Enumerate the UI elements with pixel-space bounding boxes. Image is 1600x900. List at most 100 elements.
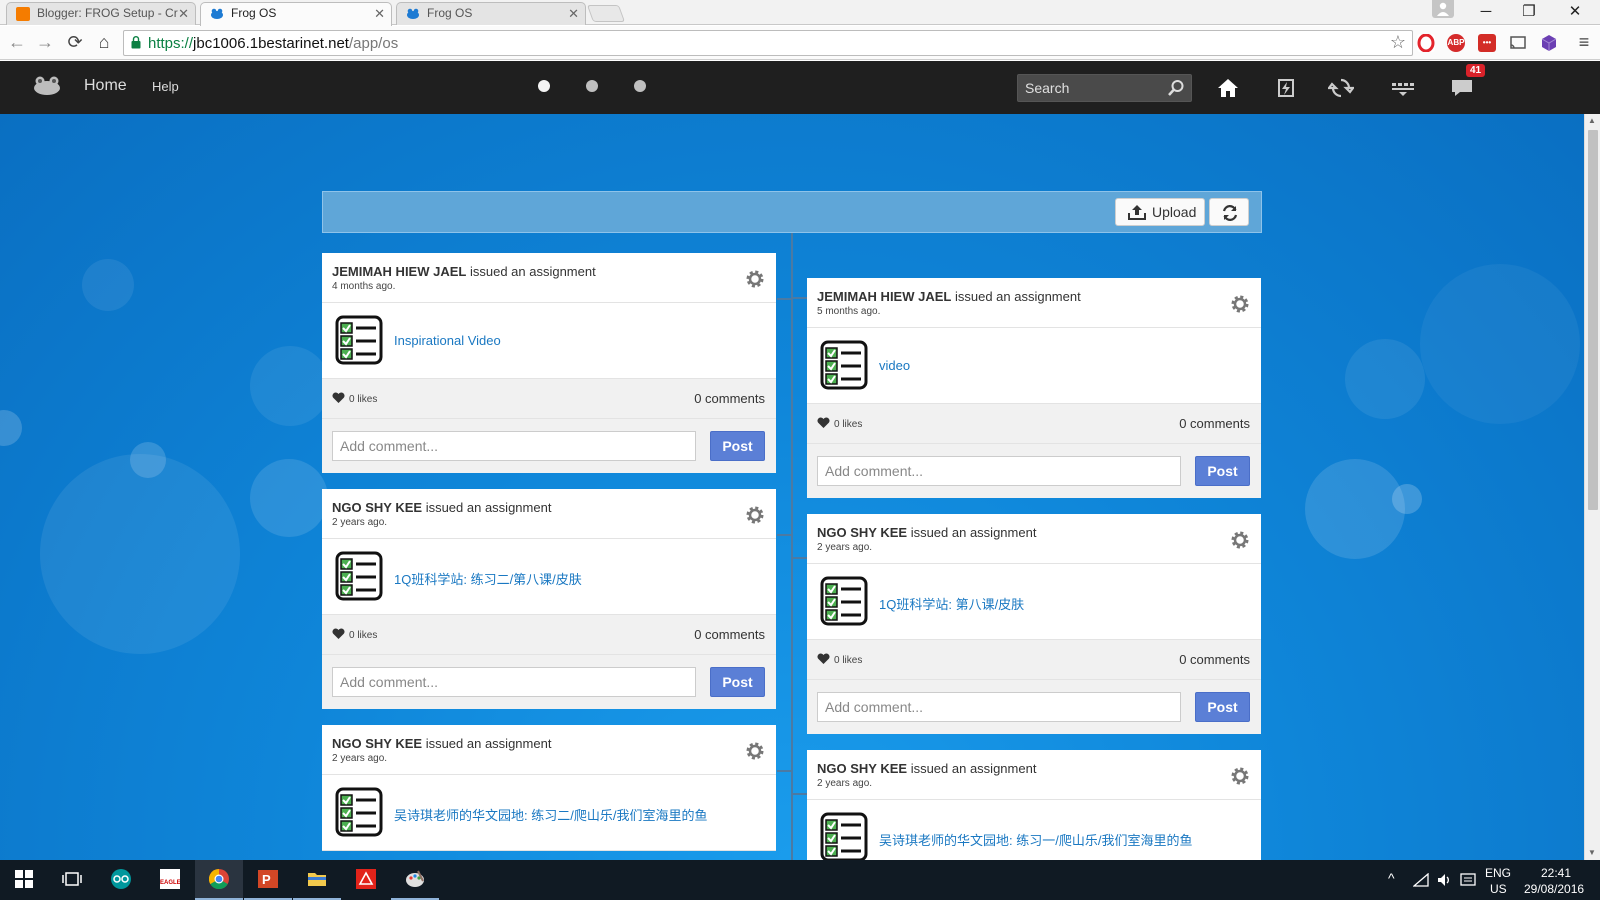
refresh-button[interactable] xyxy=(1209,198,1249,226)
card-author[interactable]: JEMIMAH HIEW JAEL xyxy=(332,264,466,279)
comments-count[interactable]: 0 comments xyxy=(1179,416,1250,431)
address-bar[interactable]: https://jbc1006.1bestarinet.net/app/os ☆ xyxy=(123,30,1413,56)
gear-icon[interactable] xyxy=(1229,529,1251,551)
card-author[interactable]: NGO SHY KEE xyxy=(332,500,422,515)
assignment-link[interactable]: video xyxy=(879,358,910,373)
page-scrollbar[interactable]: ▲ ▼ xyxy=(1584,114,1600,860)
taskbar-arduino[interactable] xyxy=(97,860,145,900)
sites-icon[interactable] xyxy=(1273,75,1299,101)
scrollbar-thumb[interactable] xyxy=(1588,130,1598,510)
heart-icon[interactable] xyxy=(332,392,345,404)
page-dot-2[interactable] xyxy=(586,80,598,92)
minimize-window-icon[interactable]: ─ xyxy=(1466,1,1506,23)
bookmark-star-icon[interactable]: ☆ xyxy=(1390,32,1406,53)
heart-icon[interactable] xyxy=(817,653,830,665)
card-author[interactable]: JEMIMAH HIEW JAEL xyxy=(817,289,951,304)
taskbar-file-explorer[interactable] xyxy=(293,860,341,900)
browser-tab-frog-os[interactable]: Frog OS ✕ xyxy=(396,2,586,25)
heart-icon[interactable] xyxy=(817,417,830,429)
card-author[interactable]: NGO SHY KEE xyxy=(817,761,907,776)
sync-icon[interactable] xyxy=(1328,75,1354,101)
close-tab-icon[interactable]: ✕ xyxy=(568,6,579,22)
frog-desktop-area: Upload JEMIMAH HIEW JAEL issued an assig… xyxy=(0,114,1584,860)
frog-logo-icon[interactable] xyxy=(33,76,61,96)
close-window-icon[interactable]: ✕ xyxy=(1555,1,1595,23)
post-button[interactable]: Post xyxy=(710,667,765,697)
tray-overflow-chevron-icon[interactable]: ^ xyxy=(1388,870,1395,886)
browser-tab-blogger[interactable]: Blogger: FROG Setup - Cr ✕ xyxy=(6,2,196,25)
assignment-link[interactable]: 吴诗琪老师的华文园地: 练习一/爬山乐/我们室海里的鱼 xyxy=(879,830,1192,849)
taskbar-eagle[interactable]: EAGLE xyxy=(146,860,194,900)
taskbar-chrome[interactable] xyxy=(195,860,243,900)
card-author[interactable]: NGO SHY KEE xyxy=(817,525,907,540)
taskbar-powerpoint[interactable]: P xyxy=(244,860,292,900)
adblock-plus-icon[interactable]: ABP xyxy=(1447,34,1465,52)
input-language-line1[interactable]: ENG xyxy=(1485,866,1511,880)
post-button[interactable]: Post xyxy=(1195,456,1250,486)
scroll-down-arrow-icon[interactable]: ▼ xyxy=(1588,848,1596,857)
close-tab-icon[interactable]: ✕ xyxy=(178,6,189,22)
post-button[interactable]: Post xyxy=(1195,692,1250,722)
gear-icon[interactable] xyxy=(744,740,766,762)
restore-window-icon[interactable]: ❐ xyxy=(1509,1,1549,23)
wifi-icon[interactable] xyxy=(1413,873,1429,887)
profile-avatar-icon[interactable] xyxy=(1432,0,1454,18)
new-tab-button[interactable] xyxy=(586,5,626,22)
card-author[interactable]: NGO SHY KEE xyxy=(332,736,422,751)
lastpass-icon[interactable]: ••• xyxy=(1478,34,1496,52)
post-button[interactable]: Post xyxy=(710,431,765,461)
feed-card: NGO SHY KEE issued an assignment 2 years… xyxy=(807,750,1261,860)
svg-text:P: P xyxy=(262,872,271,887)
assignment-link[interactable]: 1Q班科学站: 第八课/皮肤 xyxy=(879,594,1024,613)
comments-count[interactable]: 0 comments xyxy=(694,391,765,406)
cube-extension-icon[interactable] xyxy=(1540,34,1558,52)
file-explorer-icon xyxy=(308,873,326,886)
nav-home-link[interactable]: Home xyxy=(84,77,127,95)
action-center-icon[interactable] xyxy=(1460,872,1476,888)
messages-chat-icon[interactable] xyxy=(1449,75,1475,101)
opera-icon[interactable] xyxy=(1417,33,1435,53)
clock-time[interactable]: 22:41 xyxy=(1541,866,1571,880)
assignment-link[interactable]: Inspirational Video xyxy=(394,333,501,348)
search-input[interactable] xyxy=(1018,75,1168,101)
nav-help-link[interactable]: Help xyxy=(152,79,179,94)
chrome-menu-icon[interactable]: ≡ xyxy=(1572,31,1596,53)
heart-icon[interactable] xyxy=(332,628,345,640)
gear-icon[interactable] xyxy=(744,504,766,526)
input-language-line2[interactable]: US xyxy=(1490,882,1507,896)
assignment-link[interactable]: 吴诗琪老师的华文园地: 练习二/爬山乐/我们室海里的鱼 xyxy=(394,805,707,824)
comment-input[interactable] xyxy=(817,692,1181,722)
home-icon[interactable]: ⌂ xyxy=(92,31,116,53)
comments-count[interactable]: 0 comments xyxy=(1179,652,1250,667)
gear-icon[interactable] xyxy=(1229,293,1251,315)
bokeh-decoration xyxy=(250,346,330,426)
bokeh-decoration xyxy=(1420,264,1580,424)
reload-icon[interactable]: ⟳ xyxy=(63,31,87,53)
home-dashboard-icon[interactable] xyxy=(1215,75,1241,101)
task-view-button[interactable] xyxy=(48,860,96,900)
gear-icon[interactable] xyxy=(744,268,766,290)
clock-date[interactable]: 29/08/2016 xyxy=(1524,882,1584,896)
comment-input[interactable] xyxy=(817,456,1181,486)
volume-icon[interactable] xyxy=(1436,872,1452,888)
gear-icon[interactable] xyxy=(1229,765,1251,787)
apps-grid-icon[interactable] xyxy=(1390,75,1416,101)
browser-tab-frog-os-active[interactable]: Frog OS ✕ xyxy=(200,2,392,26)
start-button[interactable] xyxy=(0,860,48,900)
taskbar-paint[interactable] xyxy=(391,860,439,900)
scroll-up-arrow-icon[interactable]: ▲ xyxy=(1588,116,1596,125)
forward-arrow-icon[interactable]: → xyxy=(33,31,57,53)
search-icon[interactable] xyxy=(1167,79,1185,97)
cast-icon[interactable] xyxy=(1509,34,1527,52)
page-dot-3[interactable] xyxy=(634,80,646,92)
card-stats: 0 likes 0 comments xyxy=(322,615,776,655)
comments-count[interactable]: 0 comments xyxy=(694,627,765,642)
page-dot-1[interactable] xyxy=(538,80,550,92)
close-tab-icon[interactable]: ✕ xyxy=(374,6,385,22)
comment-input[interactable] xyxy=(332,431,696,461)
taskbar-acrobat[interactable] xyxy=(342,860,390,900)
comment-input[interactable] xyxy=(332,667,696,697)
upload-button[interactable]: Upload xyxy=(1115,198,1205,226)
back-arrow-icon[interactable]: ← xyxy=(5,31,29,53)
assignment-link[interactable]: 1Q班科学站: 练习二/第八课/皮肤 xyxy=(394,569,582,588)
